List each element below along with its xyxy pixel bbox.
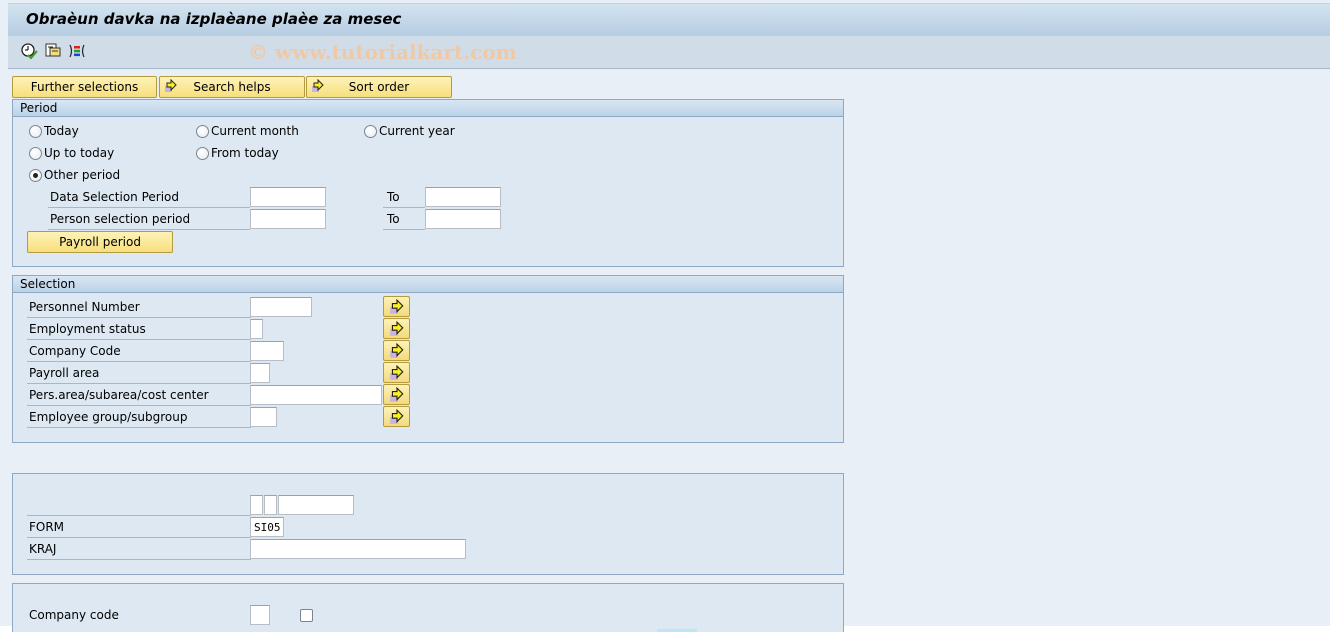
sap-window: Obraèun davka na izplaèane plaèe za mese…: [0, 0, 1330, 632]
data-selection-to-label: To: [383, 188, 425, 208]
selection-options-icon[interactable]: [68, 42, 86, 60]
radio-button[interactable]: [29, 146, 42, 160]
employee-group-label: Employee group/subgroup: [27, 408, 251, 428]
radio-button[interactable]: [196, 124, 209, 138]
employment-status-label: Employment status: [27, 320, 251, 340]
arrow-right-icon: [390, 365, 404, 380]
unnamed-input-2[interactable]: [264, 495, 277, 515]
payroll-area-label: Payroll area: [27, 364, 251, 384]
search-helps-label: Search helps: [193, 80, 271, 94]
company-code-label-2: Company code: [29, 608, 119, 622]
person-selection-period-label: Person selection period: [48, 210, 250, 230]
radio-label: Other period: [44, 168, 121, 182]
data-selection-from-input[interactable]: [250, 187, 326, 207]
person-selection-to-input[interactable]: [425, 209, 501, 229]
employment-status-input[interactable]: [250, 319, 263, 339]
employment-status-multiple-selection-button[interactable]: [383, 318, 410, 339]
payroll-period-button[interactable]: Payroll period: [27, 231, 173, 253]
pers-area-multiple-selection-button[interactable]: [383, 384, 410, 405]
form-group: FORM KRAJ: [12, 473, 844, 575]
unnamed-input-3[interactable]: [278, 495, 354, 515]
form-input[interactable]: [250, 517, 284, 537]
further-selections-button[interactable]: Further selections: [12, 76, 157, 98]
person-selection-to-label: To: [383, 210, 425, 230]
company-code-label: Company Code: [27, 342, 251, 362]
personnel-number-label: Personnel Number: [27, 298, 251, 318]
employee-group-multiple-selection-button[interactable]: [383, 406, 410, 427]
arrow-right-icon: [390, 409, 404, 424]
period-group: Period Today Current month Current year …: [12, 99, 844, 267]
payroll-area-input[interactable]: [250, 363, 270, 383]
radio-from-today[interactable]: From today: [196, 146, 279, 160]
arrow-right-icon: [312, 79, 324, 92]
page-title: Obraèun davka na izplaèane plaèe za mese…: [26, 10, 402, 28]
personnel-number-multiple-selection-button[interactable]: [383, 296, 410, 317]
selection-group: Selection Personnel Number Employment st…: [12, 275, 844, 443]
arrow-right-icon: [390, 343, 404, 358]
pers-area-input[interactable]: [250, 385, 382, 405]
personnel-number-input[interactable]: [250, 297, 312, 317]
radio-current-year[interactable]: Current year: [364, 124, 455, 138]
further-selections-label: Further selections: [30, 80, 139, 94]
sort-order-label: Sort order: [348, 80, 410, 94]
company-code-input-2[interactable]: [250, 605, 270, 625]
form-label: FORM: [27, 518, 251, 538]
payroll-period-label: Payroll period: [59, 235, 141, 249]
radio-button-selected[interactable]: [29, 168, 42, 182]
watermark: © www.tutorialkart.com: [248, 40, 517, 64]
kraj-label: KRAJ: [27, 540, 251, 560]
application-toolbar: © www.tutorialkart.com: [8, 36, 1330, 69]
execute-clock-icon[interactable]: [20, 42, 38, 60]
data-selection-period-label: Data Selection Period: [48, 188, 250, 208]
company-code-multiple-selection-button[interactable]: [383, 340, 410, 361]
unnamed-field-label: [27, 496, 251, 516]
radio-up-to-today[interactable]: Up to today: [29, 146, 114, 160]
search-helps-button[interactable]: Search helps: [159, 76, 305, 98]
data-selection-to-input[interactable]: [425, 187, 501, 207]
radio-button[interactable]: [364, 124, 377, 138]
arrow-right-icon: [390, 299, 404, 314]
radio-today[interactable]: Today: [29, 124, 79, 138]
person-selection-from-input[interactable]: [250, 209, 326, 229]
selection-group-header: Selection: [13, 276, 843, 293]
unnamed-input-1[interactable]: [250, 495, 263, 515]
arrow-right-icon: [390, 387, 404, 402]
radio-label: Current month: [211, 124, 299, 138]
pers-area-label: Pers.area/subarea/cost center: [27, 386, 251, 406]
get-variant-icon[interactable]: [44, 42, 62, 60]
radio-label: Up to today: [44, 146, 115, 160]
company-code-input[interactable]: [250, 341, 284, 361]
radio-button[interactable]: [196, 146, 209, 160]
radio-label: Current year: [379, 124, 455, 138]
sort-order-button[interactable]: Sort order: [306, 76, 452, 98]
radio-other-period[interactable]: Other period: [29, 168, 120, 182]
company-code-checkbox[interactable]: [300, 609, 313, 622]
radio-label: Today: [44, 124, 79, 138]
radio-current-month[interactable]: Current month: [196, 124, 299, 138]
arrow-right-icon: [165, 79, 177, 92]
employee-group-input[interactable]: [250, 407, 277, 427]
radio-button[interactable]: [29, 124, 42, 138]
arrow-right-icon: [390, 321, 404, 336]
company-code-group: Company code: [12, 583, 844, 632]
radio-label: From today: [211, 146, 279, 160]
title-bar: Obraèun davka na izplaèane plaèe za mese…: [8, 3, 1330, 36]
period-group-header: Period: [13, 100, 843, 117]
kraj-input[interactable]: [250, 539, 466, 559]
payroll-area-multiple-selection-button[interactable]: [383, 362, 410, 383]
